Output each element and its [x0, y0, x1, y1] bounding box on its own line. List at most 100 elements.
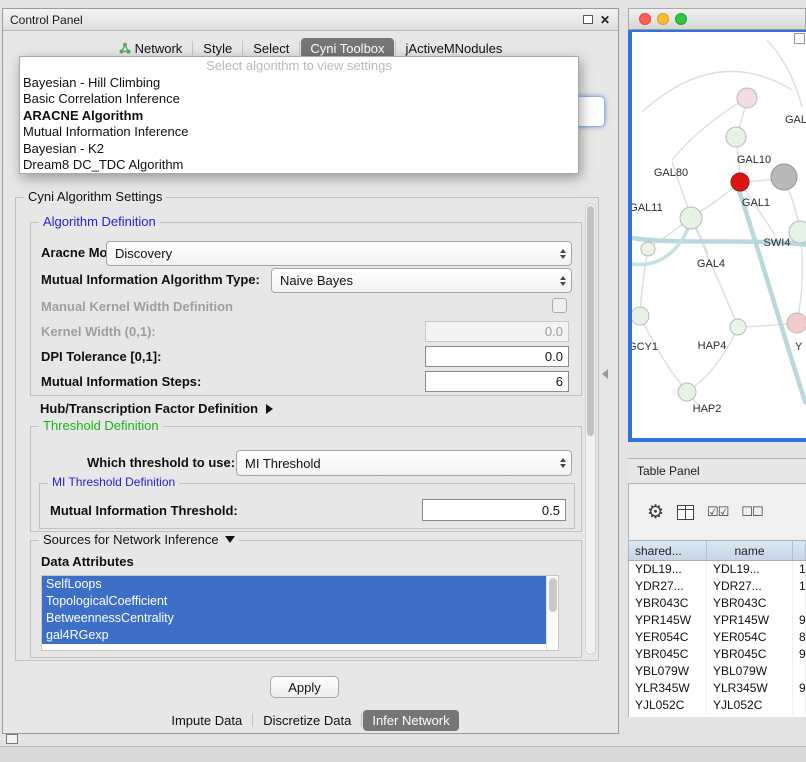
- mac-minimize-button[interactable]: [657, 13, 669, 25]
- mi-threshold-label: Mutual Information Threshold:: [50, 503, 238, 518]
- dropdown-item-bayesian-k2[interactable]: Bayesian - K2: [20, 141, 578, 158]
- table-row[interactable]: YER054CYER054C8.: [629, 629, 806, 646]
- dropdown-item-mutual-information[interactable]: Mutual Information Inference: [20, 124, 578, 141]
- node-green[interactable]: [730, 319, 746, 335]
- which-threshold-combobox[interactable]: MI Threshold: [236, 450, 572, 476]
- mi-algorithm-type-label: Mutual Information Algorithm Type:: [41, 272, 260, 287]
- gear-icon[interactable]: ⚙: [647, 503, 664, 522]
- tab-impute-data[interactable]: Impute Data: [162, 710, 251, 731]
- deselect-all-rows-icon[interactable]: ☐☐: [741, 504, 762, 520]
- dropdown-item-bayesian-hill-climbing[interactable]: Bayesian - Hill Climbing: [20, 75, 578, 92]
- dropdown-item-basic-correlation[interactable]: Basic Correlation Inference: [20, 91, 578, 108]
- mi-algorithm-type-value: Naive Bayes: [280, 273, 353, 288]
- select-all-rows-icon[interactable]: ☑☑: [707, 504, 728, 520]
- table-panel: ⚙ ☑☑ ☐☐ shared... name YDL19...YDL19...1…: [628, 484, 806, 717]
- mi-algorithm-type-combobox[interactable]: Naive Bayes: [271, 268, 572, 293]
- node-gal10-selected[interactable]: [731, 173, 749, 191]
- table-row[interactable]: YBL079WYBL079W: [629, 663, 806, 680]
- manual-kernel-width-checkbox[interactable]: [552, 298, 567, 313]
- mi-threshold-group-title: MI Threshold Definition: [48, 475, 179, 489]
- list-item[interactable]: BetweennessCentrality: [42, 610, 546, 627]
- node-salmon[interactable]: [787, 313, 806, 333]
- node-label: GAL1: [742, 197, 770, 209]
- tab-infer-network[interactable]: Infer Network: [363, 710, 458, 731]
- hub-definition-expander[interactable]: Hub/Transcription Factor Definition: [40, 401, 273, 416]
- network-canvas[interactable]: GAL GAL80 GAL10 GAL11 GAL1 SWI4 GAL4 GCY…: [628, 30, 806, 442]
- thick-network-edges[interactable]: [632, 190, 806, 404]
- node-green[interactable]: [726, 127, 746, 147]
- table-row[interactable]: YPR145WYPR145W9.: [629, 612, 806, 629]
- tab-separator: [252, 713, 253, 727]
- control-panel-title: Control Panel: [3, 13, 83, 27]
- list-item[interactable]: TopologicalCoefficient: [42, 593, 546, 610]
- dropdown-placeholder: Select algorithm to view settings: [20, 58, 578, 75]
- hub-definition-label: Hub/Transcription Factor Definition: [40, 401, 258, 416]
- dpi-tolerance-input[interactable]: [425, 346, 569, 367]
- tab-separator: [192, 41, 193, 55]
- data-attributes-list[interactable]: SelfLoops TopologicalCoefficient Between…: [41, 575, 559, 651]
- settings-scrollbar[interactable]: [585, 203, 596, 655]
- node-green[interactable]: [789, 221, 806, 243]
- sources-group-title-row[interactable]: Sources for Network Inference: [39, 532, 239, 547]
- mac-close-button[interactable]: [639, 13, 651, 25]
- node-green[interactable]: [641, 242, 655, 256]
- dpi-tolerance-label: DPI Tolerance [0,1]:: [41, 349, 161, 364]
- mi-threshold-input[interactable]: [422, 499, 566, 521]
- apply-button[interactable]: Apply: [270, 676, 339, 698]
- column-header-shared-name[interactable]: shared...: [629, 541, 707, 560]
- tab-separator: [361, 713, 362, 727]
- table-row[interactable]: YDR27...YDR27...12: [629, 578, 806, 595]
- cyni-algorithm-settings-group: Cyni Algorithm Settings Algorithm Defini…: [15, 197, 599, 661]
- column-header-cut[interactable]: [793, 541, 806, 560]
- show-columns-icon[interactable]: [677, 505, 694, 520]
- node-green[interactable]: [632, 307, 649, 325]
- node-pink[interactable]: [737, 88, 757, 108]
- which-threshold-value: MI Threshold: [245, 456, 321, 471]
- dropdown-item-aracne[interactable]: ARACNE Algorithm: [20, 108, 578, 125]
- list-scrollbar[interactable]: [546, 576, 558, 650]
- table-row[interactable]: YDL19...YDL19...13: [629, 561, 806, 578]
- settings-scrollbar-thumb[interactable]: [587, 206, 594, 436]
- node-green[interactable]: [678, 383, 696, 401]
- network-edges: [640, 40, 802, 409]
- list-scrollbar-thumb[interactable]: [549, 578, 557, 612]
- algorithm-definition-title: Algorithm Definition: [39, 214, 160, 229]
- bottom-status-strip: [0, 746, 806, 762]
- combo-arrows-icon: [560, 276, 566, 286]
- dropdown-item-dream8[interactable]: Dream8 DC_TDC Algorithm: [20, 157, 578, 174]
- tab-separator: [395, 41, 396, 55]
- kernel-width-label: Kernel Width (0,1):: [41, 324, 156, 339]
- collapse-arrow-icon: [225, 536, 235, 543]
- manual-kernel-width-label: Manual Kernel Width Definition: [41, 299, 233, 314]
- network-view-window: GAL GAL80 GAL10 GAL11 GAL1 SWI4 GAL4 GCY…: [628, 8, 806, 442]
- kernel-width-input: [425, 321, 569, 342]
- combo-arrows-icon: [560, 458, 566, 468]
- table-row[interactable]: YBR045CYBR045C9.: [629, 646, 806, 663]
- split-pane-collapse-arrow[interactable]: [602, 369, 608, 379]
- list-item[interactable]: gal4RGexp: [42, 627, 546, 644]
- mac-zoom-button[interactable]: [675, 13, 687, 25]
- control-panel-window: Control Panel ✕ Network Style Select Cyn…: [2, 8, 619, 734]
- view-corner-widget[interactable]: [794, 33, 805, 44]
- mi-steps-input[interactable]: [425, 371, 569, 392]
- combo-arrows-icon: [560, 249, 566, 259]
- table-panel-toolbar: ⚙ ☑☑ ☐☐: [629, 484, 806, 540]
- node-table: shared... name YDL19...YDL19...13 YDR27.…: [629, 540, 806, 717]
- table-row[interactable]: YJL052CYJL052C: [629, 697, 806, 714]
- node-label: GAL4: [697, 258, 725, 270]
- tab-network-label: Network: [135, 41, 183, 56]
- table-row[interactable]: YLR345WYLR345W9.: [629, 680, 806, 697]
- column-header-name[interactable]: name: [707, 541, 793, 560]
- tab-discretize-data[interactable]: Discretize Data: [254, 710, 360, 731]
- list-item[interactable]: SelfLoops: [42, 576, 546, 593]
- node-gray[interactable]: [771, 164, 797, 190]
- network-window-titlebar: [628, 8, 806, 30]
- node-green[interactable]: [680, 207, 702, 229]
- restore-panel-icon[interactable]: [6, 734, 18, 744]
- which-threshold-label: Which threshold to use:: [87, 455, 235, 470]
- table-row[interactable]: YBR043CYBR043C: [629, 595, 806, 612]
- float-window-icon[interactable]: [583, 15, 593, 24]
- close-panel-icon[interactable]: ✕: [600, 14, 610, 26]
- aracne-mode-combobox[interactable]: Discovery: [106, 241, 572, 266]
- control-panel-titlebar: Control Panel ✕: [3, 9, 618, 31]
